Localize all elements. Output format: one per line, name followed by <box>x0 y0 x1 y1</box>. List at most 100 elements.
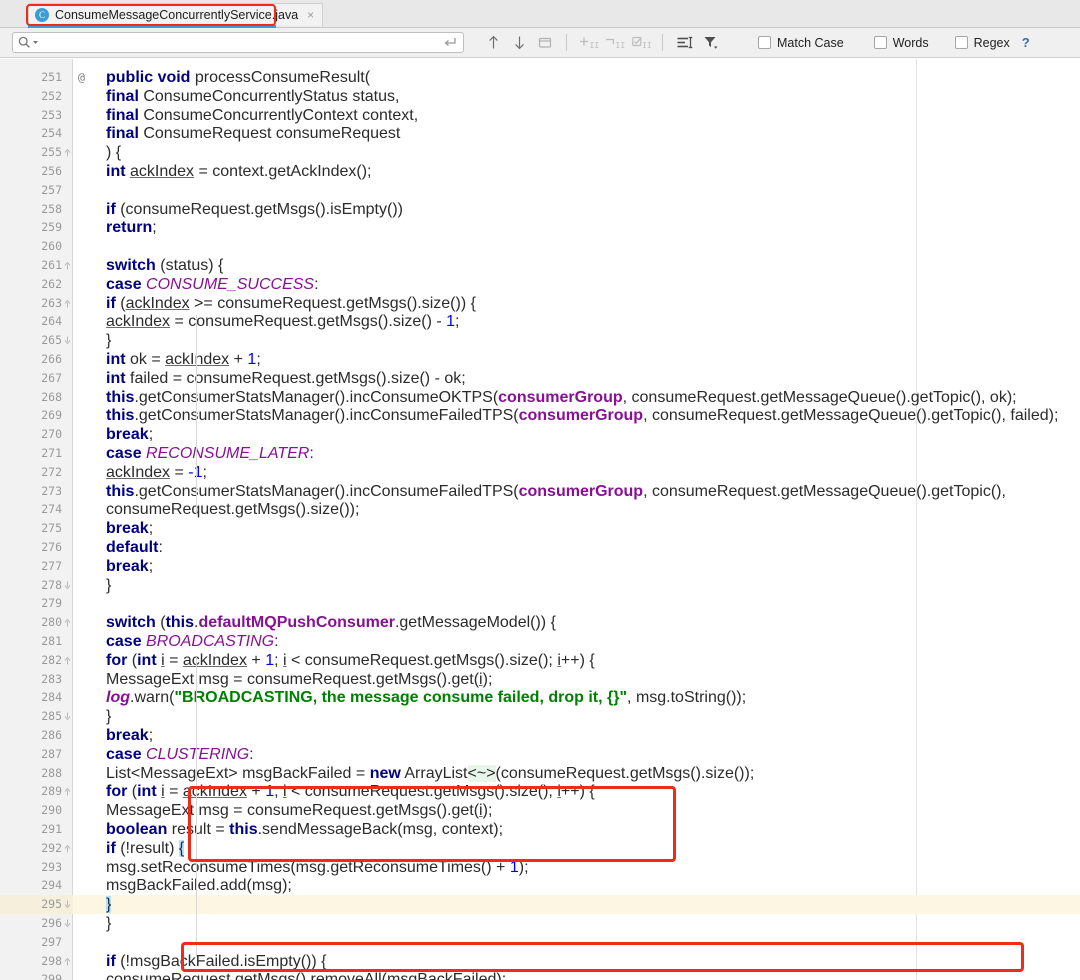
code-line-text: } <box>106 896 112 914</box>
regex-checkbox[interactable]: Regex <box>954 35 1010 50</box>
remove-selection-icon: II <box>604 32 626 54</box>
match-case-checkbox[interactable]: Match Case <box>758 36 844 50</box>
add-selection-icon: II <box>578 32 600 54</box>
line-number: 297 <box>41 934 62 949</box>
search-input[interactable] <box>39 33 443 52</box>
line-number: 263 <box>41 295 62 310</box>
help-icon[interactable]: ? <box>1022 35 1030 50</box>
line-number: 274 <box>41 502 62 517</box>
code-line-text: switch (this.defaultMQPushConsumer.getMe… <box>106 614 556 632</box>
code-line-text: boolean result = this.sendMessageBack(ms… <box>106 821 504 838</box>
line-number: 264 <box>41 314 62 329</box>
code-line-text: msgBackFailed.add(msg); <box>106 877 292 895</box>
code-line-text: case CLUSTERING: <box>106 745 254 763</box>
code-editor[interactable]: 251 @ public void processConsumeResult(25… <box>0 59 1080 980</box>
code-line-text: if (consumeRequest.getMsgs().isEmpty()) <box>106 200 403 218</box>
regex-label: Regex <box>973 35 1010 50</box>
code-fold-toggle-icon[interactable] <box>63 143 72 162</box>
current-line-highlight <box>0 895 1080 915</box>
indent-guide <box>196 315 197 515</box>
line-number: 299 <box>41 972 62 980</box>
line-number: 261 <box>41 258 62 272</box>
filter-icon[interactable] <box>700 32 722 54</box>
close-icon[interactable]: × <box>307 9 314 21</box>
code-line-text: for (int i = ackIndex + 1; i < consumeRe… <box>106 651 595 669</box>
code-line-text: log.warn("BROADCASTING, the message cons… <box>106 689 747 707</box>
line-number: 296 <box>41 916 62 930</box>
code-line-text: } <box>106 576 112 594</box>
code-line-text: for (int i = ackIndex + 1; i < consumeRe… <box>106 783 595 801</box>
code-fold-toggle-icon[interactable] <box>63 256 72 275</box>
line-number: 258 <box>41 201 62 216</box>
code-line-text: int ackIndex = context.getAckIndex(); <box>106 163 372 180</box>
code-line-text: ackIndex = consumeRequest.getMsgs().size… <box>106 313 460 331</box>
line-number: 271 <box>41 446 62 460</box>
arrow-down-icon[interactable] <box>508 32 530 54</box>
line-number: 265 <box>41 333 62 348</box>
code-fold-toggle-icon[interactable] <box>63 651 72 670</box>
java-class-icon: C <box>35 8 49 22</box>
code-fold-toggle-icon[interactable] <box>63 952 72 971</box>
code-fold-toggle-icon[interactable] <box>63 914 72 933</box>
code-fold-toggle-icon[interactable] <box>63 707 72 726</box>
code-line-text: ) { <box>106 144 122 162</box>
line-number: 281 <box>41 634 62 648</box>
code-line-text: this.getConsumerStatsManager().incConsum… <box>106 482 1006 500</box>
code-line-text: MessageExt msg = consumeRequest.getMsgs(… <box>106 802 493 820</box>
code-fold-toggle-icon[interactable] <box>63 782 72 801</box>
code-fold-toggle-icon[interactable] <box>63 331 72 350</box>
return-arrow-icon[interactable] <box>443 37 457 49</box>
line-number: 294 <box>41 878 62 893</box>
code-line-text: case RECONSUME_LATER: <box>106 445 314 462</box>
code-line-text: consumeRequest.getMsgs().size()); <box>106 501 360 519</box>
line-number: 256 <box>41 164 62 178</box>
line-number: 251 <box>41 70 62 84</box>
line-number: 260 <box>41 239 62 254</box>
code-line-text: break; <box>106 520 154 538</box>
line-number: 283 <box>41 671 62 686</box>
line-number: 253 <box>41 107 62 122</box>
line-number: 279 <box>41 596 62 611</box>
code-line-text: return; <box>106 219 157 237</box>
search-field-container[interactable] <box>12 32 464 53</box>
code-line-text: final ConsumeRequest consumeRequest <box>106 125 401 143</box>
code-line-text: this.getConsumerStatsManager().incConsum… <box>106 388 1017 406</box>
code-line-text: break; <box>106 727 154 744</box>
line-number: 298 <box>41 953 62 968</box>
code-line-text: if (!result) { <box>106 839 185 857</box>
line-number: 295 <box>41 897 62 912</box>
override-annotation-icon[interactable]: @ <box>78 68 85 87</box>
code-fold-toggle-icon[interactable] <box>63 294 72 313</box>
arrow-up-icon[interactable] <box>482 32 504 54</box>
code-line-text: break; <box>106 426 154 444</box>
code-line-text: final ConsumeConcurrentlyStatus status, <box>106 87 400 105</box>
line-number: 293 <box>41 859 62 874</box>
line-number: 273 <box>41 483 62 498</box>
tab-consume-message-concurrently-service[interactable]: C ConsumeMessageConcurrentlyService.java… <box>28 3 324 26</box>
line-number: 291 <box>41 822 62 836</box>
svg-text:II: II <box>589 41 599 50</box>
code-fold-toggle-icon[interactable] <box>63 613 72 632</box>
line-number: 255 <box>41 145 62 160</box>
words-checkbox[interactable]: Words <box>873 36 929 50</box>
code-fold-toggle-icon[interactable] <box>63 895 72 914</box>
code-line-text: if (!msgBackFailed.isEmpty()) { <box>106 952 327 970</box>
line-number: 259 <box>41 220 62 235</box>
code-line-text: List<MessageExt> msgBackFailed = new Arr… <box>106 764 755 782</box>
indent-guide <box>196 657 197 957</box>
search-icon <box>18 36 39 49</box>
tab-label: ConsumeMessageConcurrentlyService.java <box>55 8 299 22</box>
code-fold-toggle-icon[interactable] <box>63 576 72 595</box>
line-number: 282 <box>41 652 62 667</box>
find-toolbar: II II II Match Case Words Regex ? <box>0 28 1080 58</box>
line-number: 292 <box>41 840 62 855</box>
window-icon[interactable] <box>534 32 556 54</box>
code-line-text: final ConsumeConcurrentlyContext context… <box>106 106 419 124</box>
multiline-icon[interactable] <box>674 32 696 54</box>
line-number: 269 <box>41 408 62 423</box>
line-number: 252 <box>41 88 62 103</box>
code-line-text: ackIndex = -1; <box>106 463 207 481</box>
code-fold-toggle-icon[interactable] <box>63 839 72 858</box>
checkbox-box <box>758 36 771 49</box>
editor-tab-bar: C ConsumeMessageConcurrentlyService.java… <box>0 0 1080 28</box>
